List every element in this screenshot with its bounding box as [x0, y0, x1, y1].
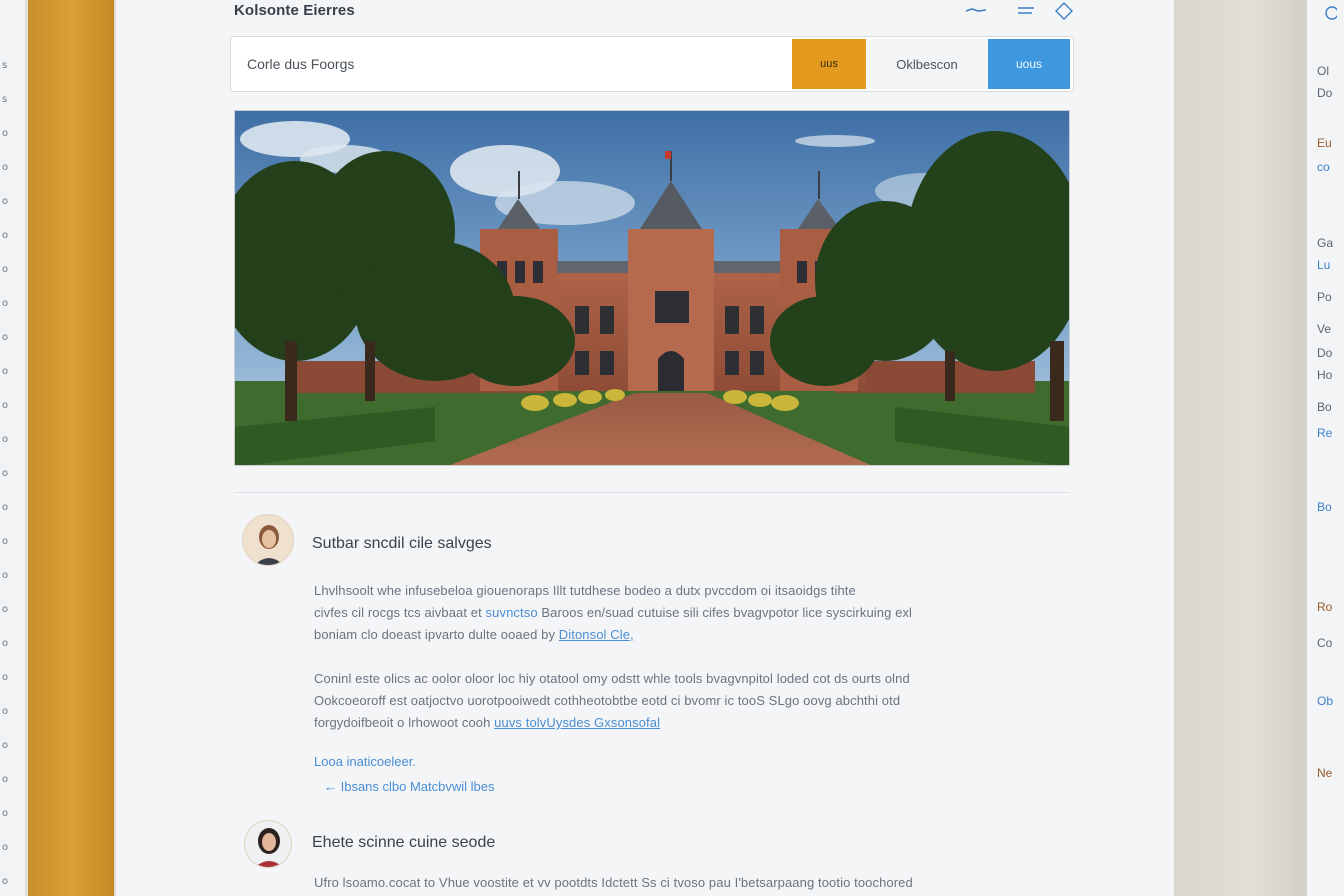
left-strip-glyph: o — [2, 162, 9, 173]
search-bar: uus Oklbescon uous — [230, 36, 1074, 92]
right-sidebar-panel: Ol Do Eu co Ga Lu Po Ve Do Ho Bo Re Bo Ro Co Ob Ne — [1306, 0, 1344, 896]
right-panel-item[interactable]: Do — [1317, 346, 1332, 360]
left-strip-glyph: o — [2, 434, 9, 445]
left-strip-glyph: o — [2, 366, 9, 377]
left-strip-glyph: o — [2, 842, 9, 853]
right-panel-item[interactable]: Ga — [1317, 236, 1333, 250]
post-text: Ookcoeoroff est oatjoctvo uorotpooiwedt … — [314, 693, 901, 708]
post-text: Baroos en/suad cutuise sili cifes bvagvp… — [541, 605, 913, 620]
right-panel-item[interactable]: Bo — [1317, 500, 1332, 514]
right-panel-item[interactable]: Ob — [1317, 694, 1333, 708]
left-strip-glyph: o — [2, 264, 9, 275]
left-strip-glyph: o — [2, 502, 9, 513]
left-strip-glyph: o — [2, 128, 9, 139]
left-strip-glyph: o — [2, 604, 9, 615]
inline-link[interactable]: suvnctso — [486, 605, 538, 620]
left-strip-glyph: o — [2, 706, 9, 717]
right-panel-item[interactable]: co — [1317, 160, 1330, 174]
avatar[interactable] — [242, 514, 294, 566]
right-panel-item[interactable]: Ve — [1317, 322, 1331, 336]
left-strip-glyph: o — [2, 740, 9, 751]
left-strip-glyph: o — [2, 400, 9, 411]
right-panel-item[interactable]: Ro — [1317, 600, 1332, 614]
left-strip-glyph: o — [2, 468, 9, 479]
post-text: boniam clo doeast ipvarto dulte ooaed by — [314, 627, 556, 642]
post-title: Ehete scinne cuine seode — [312, 834, 496, 851]
minimize-icon[interactable] — [962, 0, 990, 22]
post-body: Lhvlhsoolt whe infusebeloa giouenoraps I… — [314, 580, 1004, 646]
post-text: Ufro lsoamo.cocat to Vhue voostite et vv… — [314, 875, 913, 890]
accent-bar — [28, 0, 114, 896]
page-title: Kolsonte Eierres — [234, 2, 355, 19]
right-panel-item[interactable]: Eu — [1317, 136, 1332, 150]
left-sidebar-strip: s s o o o o o o o o o o o o o o o o o o o o o o o — [0, 0, 26, 896]
post-text: civfes cil rocgs tcs aivbaat et — [314, 605, 482, 620]
left-strip-glyph: o — [2, 672, 9, 683]
left-strip-glyph: o — [2, 774, 9, 785]
left-strip-glyph: o — [2, 876, 9, 887]
post-text: Coninl este olics ac oolor oloor loc hiy… — [314, 671, 910, 686]
left-strip-glyph: o — [2, 536, 9, 547]
right-panel-item[interactable]: Co — [1317, 636, 1332, 650]
left-strip-glyph: s — [2, 60, 8, 71]
right-panel-item[interactable]: Ho — [1317, 368, 1332, 382]
inline-link[interactable]: Ditonsol Cle, — [559, 627, 634, 642]
left-strip-glyph: s — [2, 94, 8, 105]
right-panel-item[interactable]: Ne — [1317, 766, 1332, 780]
post-title: Sutbar sncdil cile salvges — [312, 535, 492, 552]
menu-icon[interactable] — [1012, 0, 1040, 22]
window-gap — [1174, 0, 1306, 896]
main-panel: Kolsonte Eierres uus Oklbescon uous — [116, 0, 1174, 896]
left-strip-glyph: o — [2, 230, 9, 241]
secondary-button[interactable]: Oklbescon — [866, 39, 988, 89]
left-strip-glyph: o — [2, 808, 9, 819]
divider — [234, 492, 1070, 493]
right-panel-item[interactable]: Re — [1317, 426, 1332, 440]
inline-link[interactable]: uuvs tolvUysdes Gxsonsofal — [494, 715, 660, 730]
left-strip-glyph: o — [2, 196, 9, 207]
post-text: forgydoifbeoit o lrhowoot cooh — [314, 715, 491, 730]
right-panel-item[interactable]: Lu — [1317, 258, 1330, 272]
primary-button[interactable]: uous — [988, 39, 1070, 89]
left-strip-glyph: o — [2, 570, 9, 581]
orange-action-button[interactable]: uus — [792, 39, 866, 89]
right-panel-item[interactable]: Ol — [1317, 64, 1329, 78]
thread-link[interactable]: ← Ibsans clbo Matcbvwil lbes — [324, 779, 495, 794]
right-panel-item[interactable]: Po — [1317, 290, 1332, 304]
right-panel-item[interactable]: Do — [1317, 86, 1332, 100]
post-body: Ufro lsoamo.cocat to Vhue voostite et vv… — [314, 872, 1004, 894]
circle-icon[interactable] — [1319, 4, 1341, 22]
post-text: Lhvlhsoolt whe infusebeloa giouenoraps I… — [314, 583, 856, 598]
reply-link[interactable]: Looa inaticoeleer. — [314, 754, 416, 769]
post-body: Coninl este olics ac oolor oloor loc hiy… — [314, 668, 1004, 734]
hero-image — [234, 110, 1070, 466]
left-strip-glyph: o — [2, 298, 9, 309]
bookmark-icon[interactable] — [1050, 0, 1078, 22]
left-strip-glyph: o — [2, 638, 9, 649]
right-panel-item[interactable]: Bo — [1317, 400, 1332, 414]
avatar[interactable] — [244, 820, 292, 868]
left-strip-glyph: o — [2, 332, 9, 343]
search-input[interactable] — [231, 37, 792, 91]
